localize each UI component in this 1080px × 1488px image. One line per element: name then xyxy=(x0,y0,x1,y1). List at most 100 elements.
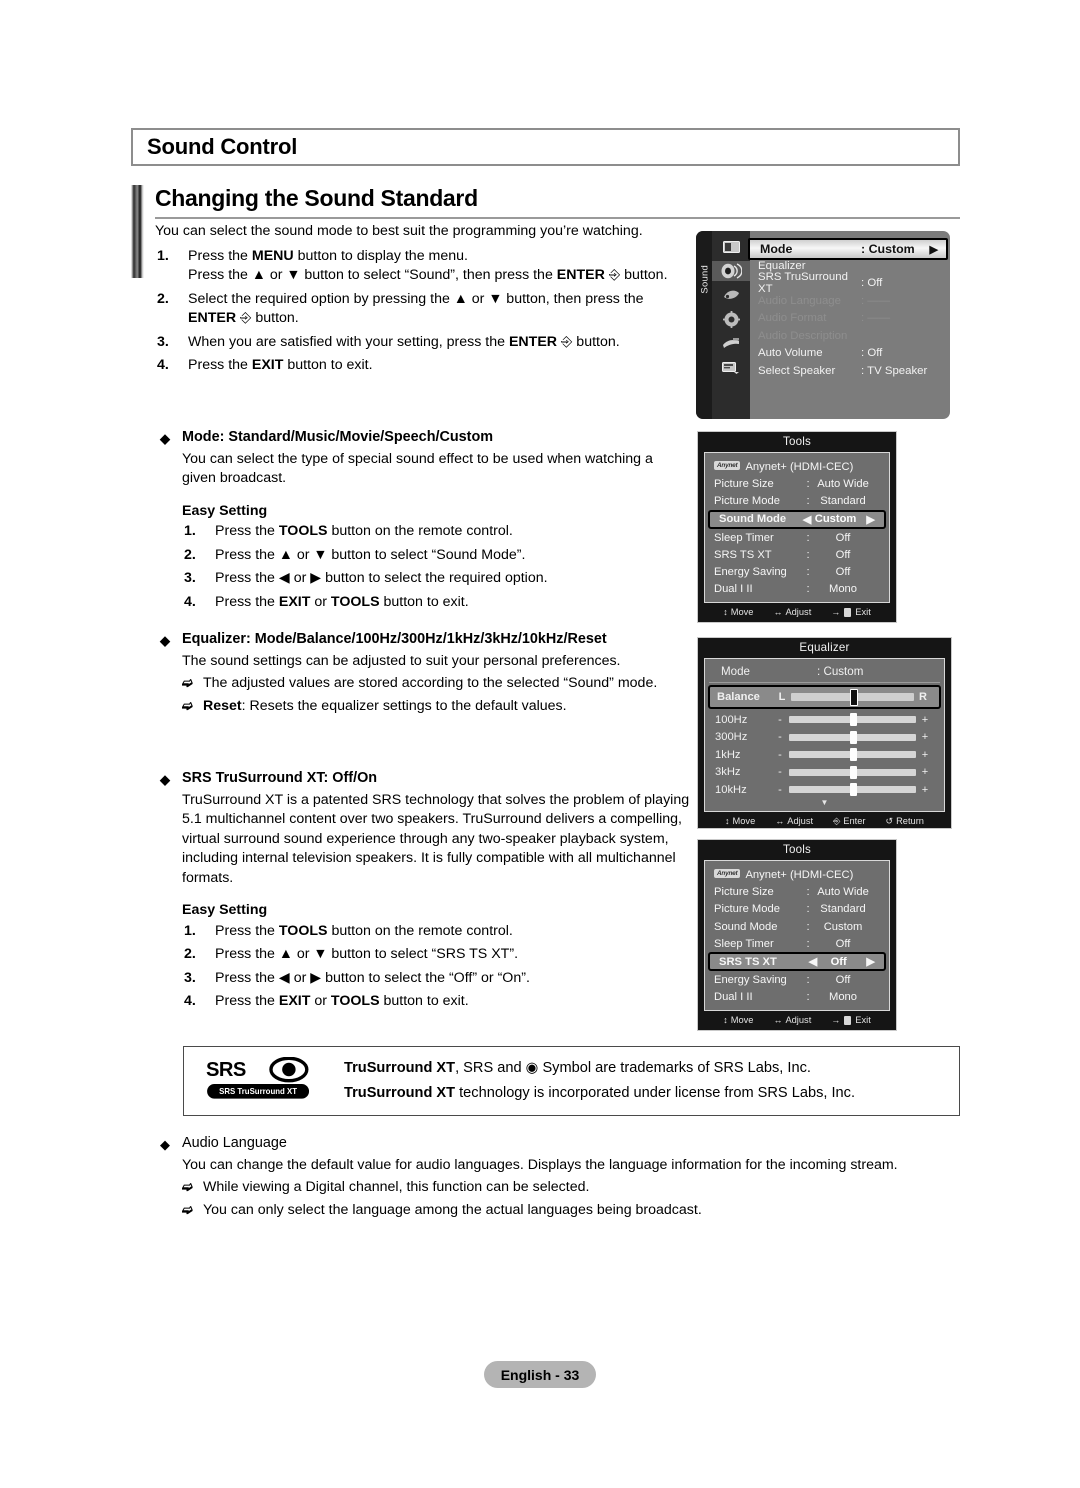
osd-row-picture-mode[interactable]: Picture Mode : Standard xyxy=(705,901,889,918)
sound-icon[interactable] xyxy=(712,261,750,281)
osd-row-mode[interactable]: Mode : Custom ▶ xyxy=(748,238,948,260)
slider-knob[interactable] xyxy=(849,689,858,706)
osd-row-auto-volume[interactable]: Auto Volume : Off xyxy=(750,345,950,363)
osd-row-label: Sound Mode xyxy=(714,920,778,933)
setup-icon[interactable] xyxy=(720,309,743,329)
slider-knob[interactable] xyxy=(849,730,857,744)
osd-tools-menu-2[interactable]: Tools Anynet Anynet+ (HDMI-CEC) Picture … xyxy=(697,839,897,1031)
osd-tools-menu-1[interactable]: Tools Anynet Anynet+ (HDMI-CEC) Picture … xyxy=(697,431,897,623)
chevron-right-icon[interactable]: ▶ xyxy=(866,513,875,526)
chevron-right-icon[interactable]: ▶ xyxy=(930,243,938,256)
step-number: 2. xyxy=(184,946,196,962)
osd-row-mode[interactable]: Mode : Custom xyxy=(709,663,940,683)
anynet-logo-icon: Anynet xyxy=(714,461,741,471)
osd-sound-menu[interactable]: Sound Mode : Custom ▶ Equalizer SRS TruS… xyxy=(696,231,950,419)
osd-row-dual[interactable]: Dual I II : Mono xyxy=(705,581,889,598)
note-bold-term: Reset xyxy=(203,697,242,714)
step-text-a: Press the ▲ or ▼ button to select “SRS T… xyxy=(215,946,519,962)
bullet-heading-text: Equalizer: Mode/Balance/100Hz/300Hz/1kHz… xyxy=(182,631,607,647)
osd-row-anynet[interactable]: Anynet Anynet+ (HDMI-CEC) xyxy=(705,458,889,475)
osd-row-sleep-timer[interactable]: Sleep Timer : Off xyxy=(705,529,889,546)
osd-row-label: Select Speaker xyxy=(758,364,836,377)
osd-row-sound-mode[interactable]: Sound Mode : Custom xyxy=(705,918,889,935)
arrow-note-icon: ➫ xyxy=(182,697,193,713)
bullet-body-srs: TruSurround XT is a patented SRS technol… xyxy=(182,791,690,886)
footer-label: Move xyxy=(732,816,756,826)
note-text: : Resets the equalizer settings to the d… xyxy=(241,697,567,714)
osd-tools-body: Anynet Anynet+ (HDMI-CEC) Picture Size :… xyxy=(704,860,890,1012)
osd-row-picture-mode[interactable]: Picture Mode : Standard xyxy=(705,493,889,510)
osd-row-sound-mode[interactable]: Sound Mode ◀ Custom ▶ xyxy=(708,509,886,529)
osd-row-label: Picture Mode xyxy=(714,903,780,916)
chevron-left-icon[interactable]: ◀ xyxy=(805,955,821,968)
osd-equalizer-body: Mode : Custom Balance L R 100Hz - + 300H… xyxy=(704,658,945,812)
list-item: 1. Press the TOOLS button on the remote … xyxy=(182,522,690,542)
band-slider[interactable] xyxy=(789,713,916,727)
osd-row-audio-language: Audio Language : —— xyxy=(750,292,950,310)
picture-icon[interactable] xyxy=(720,237,743,257)
section-title-box: Sound Control xyxy=(131,128,960,166)
step-text-c: button to exit. xyxy=(379,993,469,1009)
page-footer-badge: English - 33 xyxy=(484,1361,596,1388)
osd-row-energy-saving[interactable]: Energy Saving : Off xyxy=(705,563,889,580)
osd-row-band-10khz[interactable]: 10kHz - + xyxy=(705,781,944,799)
osd-row-band-100hz[interactable]: 100Hz - + xyxy=(705,711,944,729)
slider-knob[interactable] xyxy=(849,765,857,779)
band-slider[interactable] xyxy=(789,765,916,779)
slider-knob[interactable] xyxy=(849,783,857,797)
bullet-section-srs: ◆ SRS TruSurround XT: Off/On TruSurround… xyxy=(155,769,690,1016)
osd-row-sep: : xyxy=(806,583,810,596)
srs-line2-b: technology is incorporated under license… xyxy=(455,1085,855,1101)
osd-row-srs-trusurround[interactable]: SRS TruSurround XT : Off xyxy=(750,271,950,295)
note-item: ➫ Reset: Resets the equalizer settings t… xyxy=(155,697,690,717)
osd-row-sleep-timer[interactable]: Sleep Timer : Off xyxy=(705,935,889,952)
osd-row-label: Mode xyxy=(721,665,751,678)
osd-row-energy-saving[interactable]: Energy Saving : Off xyxy=(705,971,889,988)
osd-row-dual[interactable]: Dual I II : Mono xyxy=(705,989,889,1006)
osd-row-band-3khz[interactable]: 3kHz - + xyxy=(705,764,944,782)
input-icon[interactable] xyxy=(720,333,743,353)
step-text-a: Press the xyxy=(215,523,279,539)
footer-label: Exit xyxy=(855,607,871,618)
band-slider[interactable] xyxy=(789,748,916,762)
channel-icon[interactable] xyxy=(720,285,743,305)
osd-row-value: Off xyxy=(835,531,851,544)
osd-row-band-1khz[interactable]: 1kHz - + xyxy=(705,746,944,764)
step-text-c: button to display the menu. xyxy=(293,247,468,264)
diamond-bullet-icon: ◆ xyxy=(160,431,170,446)
osd-row-select-speaker[interactable]: Select Speaker : TV Speaker xyxy=(750,362,950,380)
slider-knob[interactable] xyxy=(849,748,857,762)
updown-arrows-icon: ↕ xyxy=(725,816,730,826)
step-key-tools: TOOLS xyxy=(278,523,328,539)
osd-row-label: Audio Description xyxy=(758,329,848,342)
osd-row-value: Off xyxy=(830,955,847,968)
osd-row-picture-size[interactable]: Picture Size : Auto Wide xyxy=(705,883,889,900)
chevron-right-icon[interactable]: ▶ xyxy=(866,955,875,968)
osd-row-value: Auto Wide xyxy=(817,477,869,490)
svg-text:SRS TruSurround XT: SRS TruSurround XT xyxy=(219,1087,297,1096)
diamond-bullet-icon: ◆ xyxy=(160,1137,170,1152)
osd-row-label: 10kHz xyxy=(715,783,747,796)
osd-equalizer-menu[interactable]: Equalizer Mode : Custom Balance L R 100H… xyxy=(697,637,952,829)
osd-row-picture-size[interactable]: Picture Size : Auto Wide xyxy=(705,475,889,492)
slider-knob[interactable] xyxy=(849,713,857,727)
osd-row-srs-ts-xt[interactable]: SRS TS XT : Off xyxy=(705,546,889,563)
srs-trademark-box: SRS SRS TruSurround XT TruSurround XT, S… xyxy=(183,1046,960,1116)
osd-row-band-300hz[interactable]: 300Hz - + xyxy=(705,729,944,747)
support-icon[interactable] xyxy=(720,357,743,377)
footer-adjust: ↔ Adjust xyxy=(775,816,813,827)
footer-adjust: ↔ Adjust xyxy=(773,1015,811,1025)
band-slider[interactable] xyxy=(789,730,916,744)
osd-row-srs-ts-xt[interactable]: SRS TS XT ◀ Off ▶ xyxy=(708,952,886,972)
band-slider[interactable] xyxy=(789,783,916,797)
enter-icon: ⎆ xyxy=(833,815,841,826)
bullet-heading-text: Audio Language xyxy=(182,1135,287,1151)
note-text: While viewing a Digital channel, this fu… xyxy=(203,1179,590,1195)
balance-slider[interactable] xyxy=(791,689,914,706)
list-item: 1. Press the TOOLS button on the remote … xyxy=(182,922,690,942)
scroll-down-icon[interactable]: ▼ xyxy=(705,798,944,809)
bullet-section-audio-language: ◆ Audio Language You can change the defa… xyxy=(155,1134,975,1220)
osd-row-balance[interactable]: Balance L R xyxy=(708,685,941,709)
osd-row-anynet[interactable]: Anynet Anynet+ (HDMI-CEC) xyxy=(705,866,889,883)
chevron-left-icon[interactable]: ◀ xyxy=(800,513,815,526)
